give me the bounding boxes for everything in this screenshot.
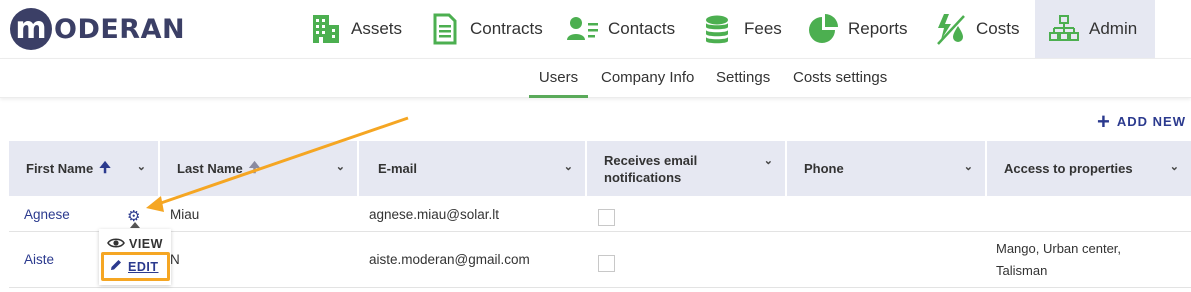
nav-label: Contracts [470,19,543,38]
column-header-first-name[interactable]: First Name 🠉 ⌄ [9,141,158,196]
nav-label: Costs [976,19,1020,38]
chevron-down-icon[interactable]: ⌄ [137,160,146,173]
view-label: VIEW [128,237,163,251]
tab-users[interactable]: Users [529,69,588,98]
column-header-label: E-mail [378,161,418,176]
email-cell: agnese.miau@solar.lt [369,207,500,222]
view-action[interactable]: VIEW [107,237,163,251]
nav-item-costs[interactable]: Costs [934,0,1019,58]
nav-item-assets[interactable]: Assets [309,0,412,58]
sort-ascending-icon[interactable]: 🠉 [249,157,261,181]
top-navigation: m ODERAN Assets Contracts Contacts Fees … [0,0,1191,58]
column-header-label: Phone [804,161,844,176]
row-actions-menu: VIEW EDIT [99,229,171,285]
document-icon [428,12,462,46]
column-header-label-line2: notifications [604,169,682,185]
logo-wordmark: ODERAN [54,13,186,45]
building-icon [309,12,343,46]
plus-icon: + [1097,108,1111,134]
column-header-email[interactable]: E-mail ⌄ [359,141,585,196]
notifications-checkbox[interactable] [598,209,615,226]
tab-company-info[interactable]: Company Info [601,69,694,98]
edit-label: EDIT [128,259,159,274]
moderan-logo[interactable]: m ODERAN [10,8,185,50]
add-new-button[interactable]: + ADD NEW [1097,108,1186,134]
tab-costs-settings[interactable]: Costs settings [793,69,887,98]
column-header-label: Access to properties [1004,161,1133,176]
last-name-cell: N [170,252,180,267]
access-line-2: Talisman [996,263,1048,278]
nav-item-contracts[interactable]: Contracts [428,0,543,58]
nav-item-fees[interactable]: Fees [702,0,782,58]
admin-subnav: Users Company Info Settings Costs settin… [0,58,1191,98]
add-new-label: ADD NEW [1116,114,1186,129]
edit-action[interactable]: EDIT [101,252,170,281]
nav-item-reports[interactable]: Reports [806,0,908,58]
nav-label: Assets [351,19,403,38]
chevron-down-icon[interactable]: ⌄ [964,160,973,173]
access-line-1: Mango, Urban center, [996,241,1122,256]
pencil-icon [109,258,123,275]
nav-label: Fees [744,19,782,38]
nav-item-contacts[interactable]: Contacts [566,0,675,58]
nav-label: Reports [848,19,908,38]
users-table-header: First Name 🠉 ⌄ Last Name 🠉 ⌄ E-mail ⌄ Re… [9,141,1191,196]
column-header-label: Last Name [177,161,243,176]
sort-ascending-icon[interactable]: 🠉 [99,157,111,181]
column-header-label-line1: Receives email [604,152,698,168]
contact-card-icon [566,12,600,46]
column-header-last-name[interactable]: Last Name 🠉 ⌄ [160,141,357,196]
column-header-notifications[interactable]: Receives email notifications ⌄ [587,141,785,196]
pie-chart-icon [806,12,840,46]
chevron-down-icon[interactable]: ⌄ [1170,160,1179,173]
column-header-phone[interactable]: Phone ⌄ [787,141,985,196]
table-row: Aiste N aiste.moderan@gmail.com Mango, U… [9,232,1191,288]
first-name-link[interactable]: Agnese [24,207,70,222]
coins-icon [702,12,736,46]
column-header-label: First Name [26,161,94,176]
tab-settings[interactable]: Settings [716,69,770,98]
logo-mark: m [10,8,52,50]
nav-label: Admin [1089,19,1138,38]
column-header-access[interactable]: Access to properties ⌄ [987,141,1191,196]
hierarchy-icon [1047,12,1081,46]
notifications-checkbox[interactable] [598,255,615,272]
table-row: Agnese Miau agnese.miau@solar.lt [9,196,1191,232]
email-cell: aiste.moderan@gmail.com [369,252,530,267]
first-name-link[interactable]: Aiste [24,252,54,267]
nav-item-admin[interactable]: Admin [1035,0,1155,58]
energy-costs-icon [934,12,968,46]
chevron-down-icon[interactable]: ⌄ [564,160,573,173]
eye-icon [107,237,129,251]
chevron-down-icon[interactable]: ⌄ [764,153,773,170]
nav-label: Contacts [608,19,676,38]
chevron-down-icon[interactable]: ⌄ [336,160,345,173]
last-name-cell: Miau [170,207,200,222]
popover-caret [130,222,140,228]
